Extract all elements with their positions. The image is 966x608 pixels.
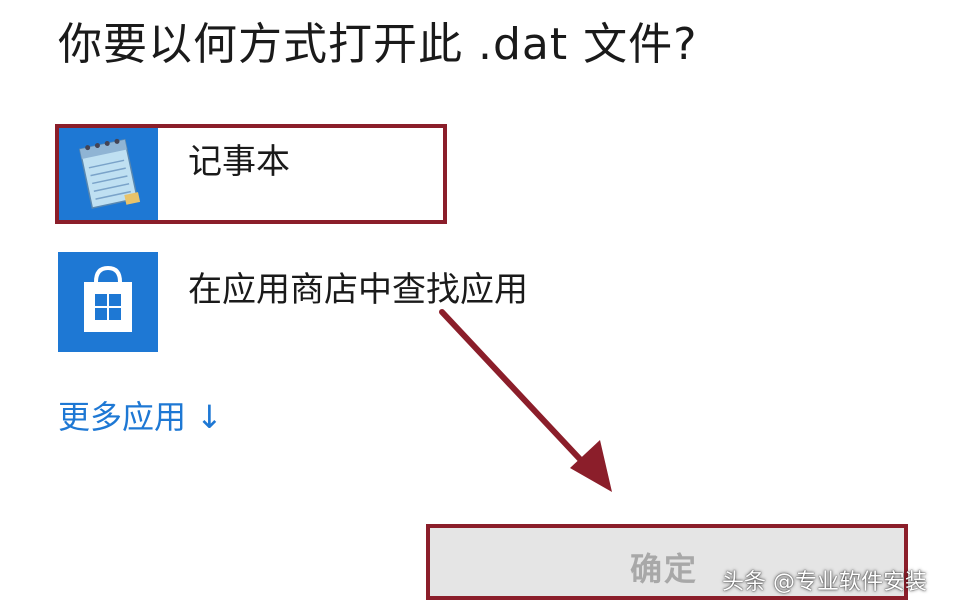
app-label-store: 在应用商店中查找应用 <box>188 270 528 310</box>
app-item-store[interactable]: 在应用商店中查找应用 <box>58 252 558 352</box>
open-with-dialog: 你要以何方式打开此 .dat 文件? 记事本 在应用商店中查找应用 更多应用 ↓… <box>0 0 966 608</box>
dialog-title: 你要以何方式打开此 .dat 文件? <box>58 19 698 70</box>
store-icon <box>58 252 158 352</box>
ok-button-label: 确定 <box>630 550 699 588</box>
more-apps-label: 更多应用 <box>58 398 187 436</box>
app-label-notepad: 记事本 <box>188 142 290 182</box>
watermark: 头条 @专业软件安装 <box>722 570 927 595</box>
app-item-notepad[interactable]: 记事本 <box>58 124 558 224</box>
notepad-icon <box>58 124 158 224</box>
more-apps-link[interactable]: 更多应用 ↓ <box>58 392 223 438</box>
arrow-down-icon: ↓ <box>196 398 223 436</box>
